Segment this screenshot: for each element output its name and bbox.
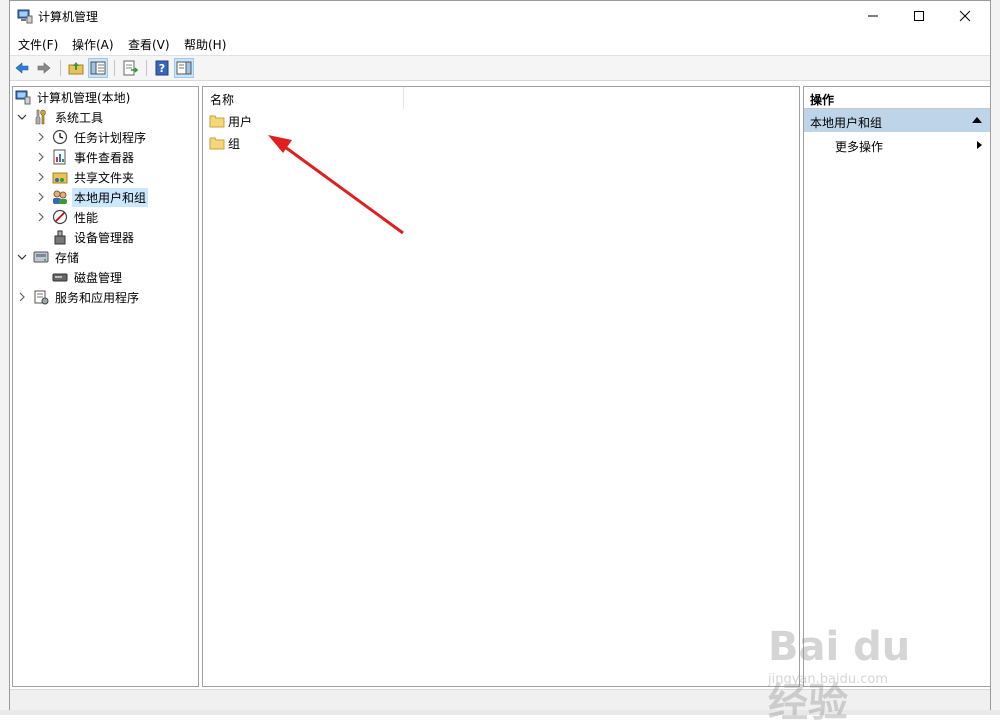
show-hide-tree-button[interactable] bbox=[88, 58, 108, 78]
desktop-background-left bbox=[0, 0, 9, 715]
list-item-label: 组 bbox=[228, 136, 241, 151]
tree-item-local-users-groups[interactable]: 本地用户和组 bbox=[36, 187, 149, 207]
tree-item-task-scheduler[interactable]: 任务计划程序 bbox=[36, 127, 148, 147]
list-item[interactable]: 组 bbox=[209, 134, 240, 152]
desktop-background-right bbox=[991, 0, 1000, 715]
forward-button[interactable] bbox=[34, 58, 54, 78]
users-icon bbox=[53, 190, 67, 204]
actions-group-local-users-groups[interactable]: 本地用户和组 bbox=[804, 109, 990, 132]
shared-folder-icon bbox=[52, 172, 68, 184]
tree-item-label: 共享文件夹 bbox=[74, 170, 135, 185]
actions-pane: 操作 本地用户和组 更多操作 bbox=[803, 86, 991, 687]
performance-icon bbox=[52, 209, 68, 225]
tree-item-label: 事件查看器 bbox=[74, 150, 135, 165]
tree-item-label: 系统工具 bbox=[55, 110, 104, 125]
svg-text:?: ? bbox=[159, 62, 165, 75]
actions-group-label: 本地用户和组 bbox=[810, 116, 883, 130]
collapse-up-icon[interactable] bbox=[972, 117, 982, 123]
tools-icon bbox=[35, 109, 46, 125]
content-list-pane[interactable]: 名称 用户 组 bbox=[202, 86, 800, 687]
minimize-icon bbox=[868, 15, 878, 17]
chevron-down-icon[interactable] bbox=[17, 252, 27, 262]
chevron-right-icon[interactable] bbox=[36, 192, 46, 202]
chevron-right-icon[interactable] bbox=[36, 132, 46, 142]
toolbar: ? bbox=[10, 56, 990, 81]
tree-item-label: 磁盘管理 bbox=[74, 270, 123, 285]
desktop-background-bottom bbox=[0, 710, 1000, 715]
tree-item-device-manager[interactable]: 设备管理器 bbox=[52, 227, 136, 247]
tree-item-label: 设备管理器 bbox=[74, 230, 135, 245]
chevron-right-icon[interactable] bbox=[36, 172, 46, 182]
export-list-icon bbox=[123, 60, 138, 76]
close-icon bbox=[959, 10, 971, 22]
chevron-right-icon[interactable] bbox=[36, 212, 46, 222]
disk-management-icon bbox=[52, 273, 68, 282]
back-button[interactable] bbox=[12, 58, 32, 78]
menu-help[interactable]: 帮助(H) bbox=[184, 36, 226, 53]
column-header-name[interactable]: 名称 bbox=[203, 87, 404, 109]
tree-item-label: 性能 bbox=[74, 210, 99, 225]
toolbar-separator bbox=[146, 60, 147, 76]
tree-item-services-apps[interactable]: 服务和应用程序 bbox=[17, 287, 141, 307]
tree-item-storage[interactable]: 存储 bbox=[17, 247, 81, 267]
menu-view[interactable]: 查看(V) bbox=[128, 36, 170, 53]
list-item[interactable]: 用户 bbox=[209, 112, 252, 130]
help-button[interactable]: ? bbox=[152, 58, 172, 78]
tree-item-disk-management[interactable]: 磁盘管理 bbox=[52, 267, 124, 287]
folder-icon bbox=[209, 115, 225, 128]
device-manager-icon bbox=[54, 230, 66, 245]
tree-item-label: 服务和应用程序 bbox=[55, 290, 140, 305]
toolbar-separator bbox=[60, 60, 61, 76]
console-tree-pane[interactable]: 计算机管理(本地) 系统工具 任务计划程序 事件查看器 共享文件夹 本地用户和组 bbox=[12, 86, 199, 687]
folder-icon bbox=[209, 137, 225, 150]
actions-header: 操作 bbox=[804, 87, 990, 109]
computer-management-icon bbox=[15, 90, 31, 105]
back-icon bbox=[15, 62, 29, 74]
export-list-button[interactable] bbox=[120, 58, 140, 78]
chevron-right-icon[interactable] bbox=[36, 152, 46, 162]
close-button[interactable] bbox=[942, 1, 988, 31]
show-hide-tree-icon bbox=[90, 61, 106, 75]
tree-item-shared-folders[interactable]: 共享文件夹 bbox=[36, 167, 136, 187]
maximize-icon bbox=[914, 11, 924, 21]
title-bar[interactable]: 计算机管理 bbox=[10, 1, 990, 31]
menu-bar: 文件(F) 操作(A) 查看(V) 帮助(H) bbox=[10, 31, 990, 56]
tree-item-label: 计算机管理(本地) bbox=[37, 90, 131, 105]
list-item-label: 用户 bbox=[228, 114, 253, 129]
more-actions-label: 更多操作 bbox=[835, 140, 884, 154]
services-apps-icon bbox=[34, 290, 49, 305]
window-title: 计算机管理 bbox=[38, 10, 99, 24]
tree-item-event-viewer[interactable]: 事件查看器 bbox=[36, 147, 136, 167]
maximize-button[interactable] bbox=[896, 1, 942, 31]
tree-item-root[interactable]: 计算机管理(本地) bbox=[15, 87, 132, 107]
storage-icon bbox=[33, 251, 49, 263]
tree-item-label: 本地用户和组 bbox=[72, 187, 149, 207]
menu-file[interactable]: 文件(F) bbox=[18, 36, 58, 53]
chevron-right-icon[interactable] bbox=[17, 292, 27, 302]
event-viewer-icon bbox=[53, 149, 66, 165]
actions-header-label: 操作 bbox=[810, 93, 835, 107]
minimize-button[interactable] bbox=[850, 1, 896, 31]
chevron-down-icon[interactable] bbox=[17, 112, 27, 122]
more-actions-item[interactable]: 更多操作 bbox=[804, 135, 990, 155]
forward-icon bbox=[37, 62, 51, 74]
up-folder-icon bbox=[68, 62, 84, 75]
tree-item-system-tools[interactable]: 系统工具 bbox=[17, 107, 105, 127]
toolbar-separator bbox=[114, 60, 115, 76]
menu-action[interactable]: 操作(A) bbox=[72, 36, 114, 53]
tree-item-label: 存储 bbox=[55, 250, 80, 265]
computer-management-window: 计算机管理 文件(F) 操作(A) 查看(V) 帮助(H) ? 计算机管理(本地… bbox=[9, 0, 991, 710]
computer-management-icon bbox=[17, 9, 33, 24]
show-hide-action-pane-icon bbox=[176, 61, 192, 75]
help-icon: ? bbox=[155, 60, 169, 76]
up-folder-button[interactable] bbox=[66, 58, 86, 78]
show-hide-action-pane-button[interactable] bbox=[174, 58, 194, 78]
status-bar bbox=[10, 689, 990, 710]
tree-item-label: 任务计划程序 bbox=[74, 130, 147, 145]
tree-item-performance[interactable]: 性能 bbox=[36, 207, 100, 227]
column-header-label: 名称 bbox=[210, 93, 235, 107]
clock-icon bbox=[52, 129, 68, 145]
submenu-arrow-icon bbox=[977, 141, 982, 149]
